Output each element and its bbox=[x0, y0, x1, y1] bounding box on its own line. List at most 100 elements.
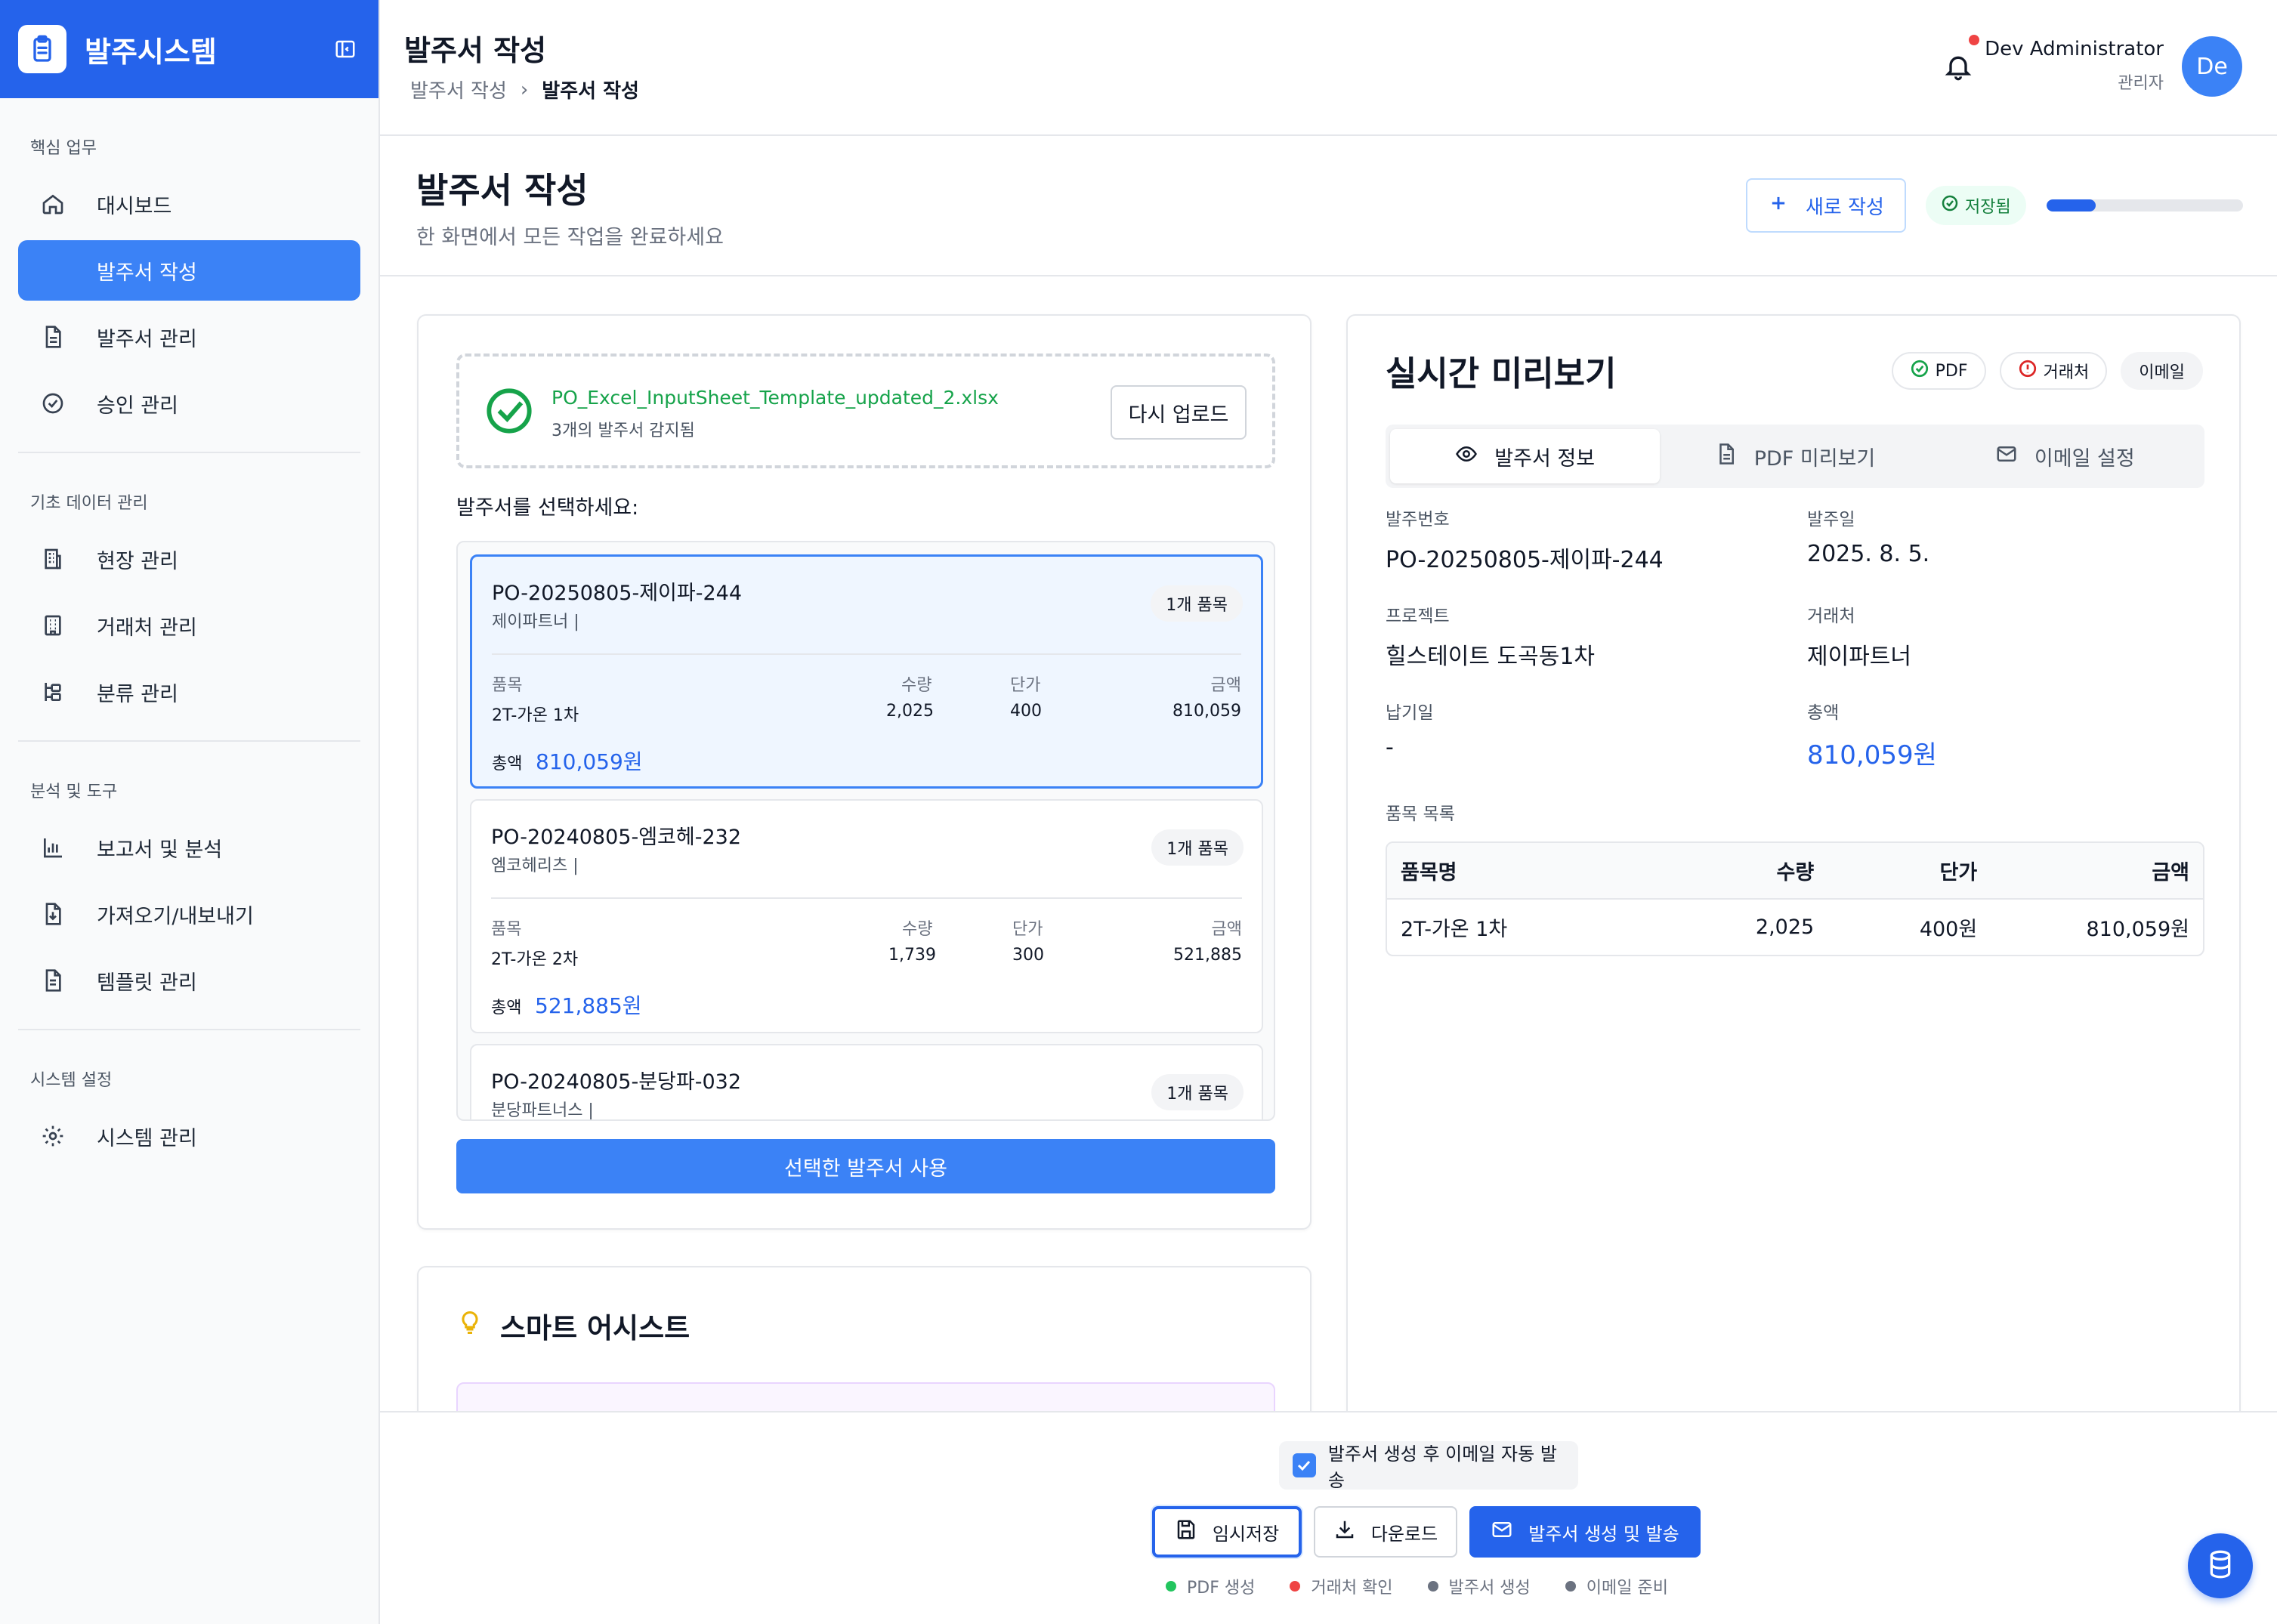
sidebar-item-category[interactable]: 분류 관리 bbox=[18, 662, 360, 722]
user-name: Dev Administrator bbox=[1985, 38, 2164, 60]
success-check-icon bbox=[485, 387, 533, 435]
select-po-label: 발주서를 선택하세요: bbox=[456, 496, 639, 520]
check-circle-icon bbox=[39, 390, 66, 417]
field-value: 2025. 8. 5. bbox=[1807, 541, 1930, 567]
table-cell: 810,059원 bbox=[2086, 918, 2190, 941]
nav-divider bbox=[18, 452, 360, 453]
clipboard-logo-icon bbox=[18, 25, 66, 73]
download-label: 다운로드 bbox=[1370, 1523, 1438, 1545]
item-price: 300 bbox=[1012, 946, 1044, 965]
detected-count: 3개의 발주서 감지됨 bbox=[551, 421, 695, 440]
uploaded-filename: PO_Excel_InputSheet_Template_updated_2.x… bbox=[551, 387, 999, 409]
avatar[interactable]: De bbox=[2182, 36, 2242, 97]
status-dot bbox=[1565, 1581, 1576, 1592]
col-item-header: 품목 bbox=[492, 676, 523, 695]
field-label: 납기일 bbox=[1386, 703, 1434, 723]
preview-title: 실시간 미리보기 bbox=[1386, 354, 1617, 394]
nav-divider bbox=[18, 1029, 360, 1030]
building-icon bbox=[39, 545, 66, 573]
check-circle-icon bbox=[1910, 359, 1929, 383]
items-table: 품목명 수량 단가 금액 2T-가온 1차 2,025 400원 810,059… bbox=[1386, 841, 2204, 956]
sidebar-item-templates[interactable]: 템플릿 관리 bbox=[18, 950, 360, 1011]
database-icon bbox=[2205, 1549, 2235, 1582]
nav-divider bbox=[18, 740, 360, 742]
col-qty-header: 수량 bbox=[902, 920, 933, 939]
smart-assist-title: 스마트 어시스트 bbox=[456, 1305, 690, 1346]
po-vendor: 분당파트너스 | bbox=[491, 1101, 594, 1120]
sidebar-item-po-create[interactable]: 발주서 작성 bbox=[18, 240, 360, 301]
plus-icon bbox=[1768, 193, 1789, 219]
total-value: 521,885원 bbox=[535, 993, 642, 1018]
breadcrumb: 발주서 작성 › 발주서 작성 bbox=[410, 76, 639, 103]
po-list-item[interactable]: PO-20240805-분당파-032 분당파트너스 | 1개 품목 bbox=[470, 1044, 1263, 1120]
download-button[interactable]: 다운로드 bbox=[1314, 1506, 1457, 1558]
po-upload-card: PO_Excel_InputSheet_Template_updated_2.x… bbox=[417, 314, 1312, 1230]
progress-bar bbox=[2047, 199, 2243, 211]
generate-label: 발주서 생성 및 발송 bbox=[1528, 1523, 1679, 1545]
field-vendor: 거래처 제이파트너 bbox=[1807, 601, 1911, 671]
po-list[interactable]: PO-20250805-제이파-244 제이파트너 | 1개 품목 품목 수량 … bbox=[456, 541, 1275, 1121]
page-subtitle: 한 화면에서 모든 작업을 완료하세요 bbox=[416, 226, 724, 249]
sidebar-item-po-manage[interactable]: 발주서 관리 bbox=[18, 307, 360, 367]
sidebar-item-site[interactable]: 현장 관리 bbox=[18, 529, 360, 589]
office-icon bbox=[39, 612, 66, 639]
auto-email-toggle[interactable]: 발주서 생성 후 이메일 자동 발송 bbox=[1279, 1441, 1578, 1491]
step-vendor: 거래처 확인 bbox=[1290, 1574, 1393, 1598]
new-po-label: 새로 작성 bbox=[1806, 196, 1884, 219]
tab-pdf-preview[interactable]: PDF 미리보기 bbox=[1660, 429, 1929, 483]
gear-icon bbox=[39, 1122, 66, 1150]
sidebar-item-label: 거래처 관리 bbox=[97, 616, 197, 640]
po-number: PO-20250805-제이파-244 bbox=[492, 582, 742, 605]
database-fab-button[interactable] bbox=[2188, 1533, 2253, 1598]
vendor-status-chip: 거래처 bbox=[1999, 352, 2108, 390]
field-label: 발주번호 bbox=[1386, 510, 1450, 529]
sidebar-nav: 핵심 업무 대시보드 발주서 작성 발주서 관리 승인 관리 기초 데이터 관리… bbox=[0, 98, 378, 1166]
bar-chart-icon bbox=[39, 834, 66, 861]
status-dot bbox=[1427, 1581, 1438, 1592]
temp-save-button[interactable]: 임시저장 bbox=[1152, 1506, 1302, 1558]
sidebar-item-approval[interactable]: 승인 관리 bbox=[18, 373, 360, 434]
field-label: 총액 bbox=[1807, 703, 1840, 723]
table-header: 금액 bbox=[1991, 843, 2203, 900]
sidebar-item-system[interactable]: 시스템 관리 bbox=[18, 1106, 360, 1166]
generate-and-send-button[interactable]: 발주서 생성 및 발송 bbox=[1469, 1506, 1701, 1558]
po-list-item-selected[interactable]: PO-20250805-제이파-244 제이파트너 | 1개 품목 품목 수량 … bbox=[470, 554, 1263, 789]
breadcrumb-link[interactable]: 발주서 작성 bbox=[410, 76, 507, 103]
sidebar-item-import-export[interactable]: 가져오기/내보내기 bbox=[18, 884, 360, 944]
divider bbox=[491, 897, 1242, 899]
status-chips: PDF 거래처 이메일 bbox=[1891, 352, 2203, 390]
sidebar-item-dashboard[interactable]: 대시보드 bbox=[18, 174, 360, 234]
alert-circle-icon bbox=[2018, 359, 2038, 383]
po-list-item[interactable]: PO-20240805-엠코헤-232 엠코헤리츠 | 1개 품목 품목 수량 … bbox=[470, 799, 1263, 1033]
field-due-date: 납기일 - bbox=[1386, 698, 1433, 761]
upload-dropzone[interactable]: PO_Excel_InputSheet_Template_updated_2.x… bbox=[456, 354, 1275, 468]
table-cell: 400원 bbox=[1919, 918, 1978, 941]
col-amount-header: 금액 bbox=[1211, 920, 1242, 939]
item-name: 2T-가온 2차 bbox=[491, 950, 579, 969]
pdf-status-chip: PDF bbox=[1891, 352, 1986, 390]
user-info[interactable]: Dev Administrator 관리자 bbox=[1985, 38, 2164, 94]
smart-assist-label: 스마트 어시스트 bbox=[500, 1312, 691, 1345]
saved-label: 저장됨 bbox=[1965, 198, 2011, 217]
field-po-number: 발주번호 PO-20250805-제이파-244 bbox=[1386, 505, 1664, 574]
use-selected-po-button[interactable]: 선택한 발주서 사용 bbox=[456, 1139, 1275, 1193]
reupload-button[interactable]: 다시 업로드 bbox=[1111, 385, 1247, 440]
po-vendor: 제이파트너 | bbox=[492, 613, 579, 631]
sidebar-item-vendor[interactable]: 거래처 관리 bbox=[18, 595, 360, 656]
tab-label: 이메일 설정 bbox=[2034, 446, 2135, 471]
new-po-button[interactable]: 새로 작성 bbox=[1746, 178, 1906, 233]
divider bbox=[492, 653, 1241, 655]
bell-icon[interactable] bbox=[1943, 51, 1973, 82]
document-icon bbox=[1715, 443, 1738, 471]
tab-email-settings[interactable]: 이메일 설정 bbox=[1930, 429, 2200, 483]
save-icon bbox=[1175, 1518, 1197, 1545]
sidebar-collapse-icon[interactable] bbox=[330, 34, 360, 64]
sidebar-item-label: 보고서 및 분석 bbox=[97, 838, 223, 862]
item-qty: 1,739 bbox=[888, 946, 936, 965]
checkbox-checked[interactable] bbox=[1293, 1453, 1316, 1477]
sidebar-item-reports[interactable]: 보고서 및 분석 bbox=[18, 817, 360, 878]
sidebar-item-label: 승인 관리 bbox=[97, 394, 178, 418]
tab-po-info[interactable]: 발주서 정보 bbox=[1390, 429, 1661, 483]
item-amount: 521,885 bbox=[1173, 946, 1242, 965]
col-price-header: 단가 bbox=[1010, 676, 1041, 695]
